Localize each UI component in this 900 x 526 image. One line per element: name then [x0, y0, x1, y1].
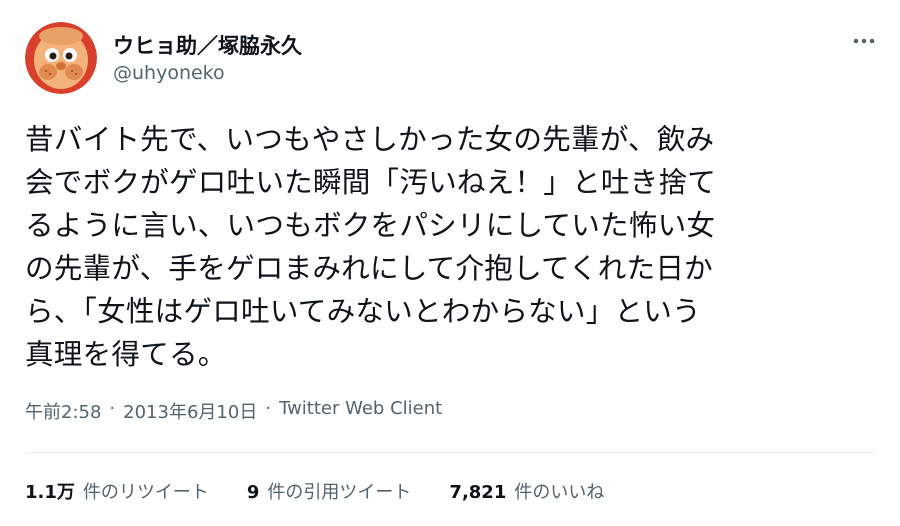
engagement-stats: 1.1万 件のリツイート 9 件の引用ツイート 7,821 件のいいね: [25, 478, 604, 504]
tweet-text-line: るように言い、いつもボクをパシリにしていた怖い女: [25, 208, 716, 242]
quotes-stat[interactable]: 9 件の引用ツイート: [247, 478, 412, 504]
tweet-meta: 午前2:58 · 2013年6月10日 · Twitter Web Client: [25, 398, 442, 424]
author-name[interactable]: ウヒョ助／塚脇永久: [113, 30, 302, 60]
divider: [25, 452, 875, 453]
tweet-text-line: ら、「女性はゲロ吐いてみないとわからない」という: [25, 294, 701, 328]
more-horizontal-icon: [853, 38, 875, 44]
tweet-text-line: 昔バイト先で、いつもやさしかった女の先輩が、飲み: [25, 122, 715, 156]
meta-separator: ·: [109, 398, 116, 419]
meta-separator: ·: [265, 398, 272, 419]
tweet-text: 昔バイト先で、いつもやさしかった女の先輩が、飲み 会でボクがゲロ吐いた瞬間「汚い…: [25, 118, 875, 376]
retweet-count: 1.1万: [25, 482, 75, 503]
avatar[interactable]: [25, 22, 97, 94]
retweet-label: 件のリツイート: [82, 482, 209, 503]
quote-label: 件の引用ツイート: [267, 482, 412, 503]
tweet-client-link[interactable]: Twitter Web Client: [279, 398, 442, 424]
quote-count: 9: [246, 482, 260, 503]
author-handle[interactable]: @uhyoneko: [113, 62, 225, 84]
tweet-time-link[interactable]: 午前2:58: [25, 398, 101, 424]
tweet-text-line: 会でボクがゲロ吐いた瞬間「汚いねえ！」と吐き捨て: [25, 165, 717, 199]
tweet-date-link[interactable]: 2013年6月10日: [123, 398, 257, 424]
like-label: 件のいいね: [514, 482, 605, 503]
more-button[interactable]: [846, 26, 882, 56]
tweet-text-line: 真理を得てる。: [25, 337, 227, 371]
tweet-text-line: の先輩が、手をゲロまみれにして介抱してくれた日か: [25, 251, 713, 285]
like-count: 7,821: [449, 482, 507, 503]
retweets-stat[interactable]: 1.1万 件のリツイート: [25, 478, 209, 504]
likes-stat[interactable]: 7,821 件のいいね: [449, 478, 604, 504]
cartoon-face-avatar-icon: [25, 22, 97, 94]
